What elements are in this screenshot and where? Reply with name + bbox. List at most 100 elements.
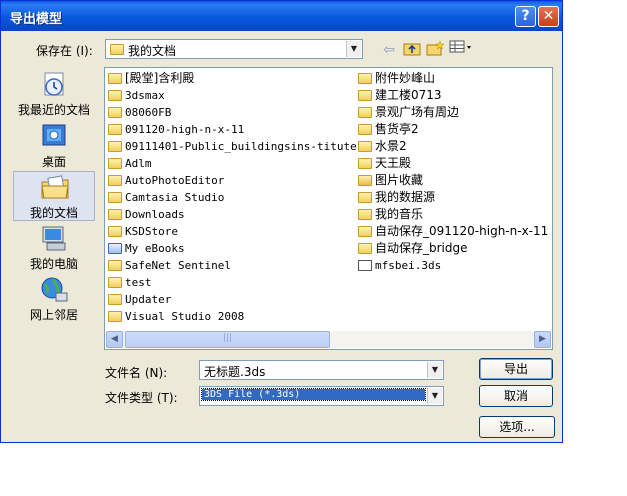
place-desktop[interactable]: 桌面 — [13, 121, 95, 171]
recent-docs-icon — [44, 72, 64, 96]
folder-icon — [358, 124, 372, 135]
cancel-button[interactable]: 取消 — [479, 385, 553, 407]
file-name: 我的数据源 — [375, 190, 436, 204]
export-button[interactable]: 导出 — [479, 358, 553, 380]
list-item[interactable]: 图片收藏 — [357, 172, 548, 189]
place-my-documents[interactable]: 我的文档 — [13, 171, 95, 221]
back-arrow-icon[interactable]: ⇦ — [379, 40, 399, 60]
list-item[interactable]: Visual Studio 2008 — [107, 308, 370, 325]
list-item[interactable]: 09111401-Public_buildingsins-titute-5 — [107, 138, 370, 155]
file-name: Adlm — [125, 157, 152, 170]
list-item[interactable]: Adlm — [107, 155, 370, 172]
folder-icon — [108, 277, 122, 288]
list-item[interactable]: mfsbei.3ds — [357, 257, 548, 274]
my-computer-icon — [42, 226, 66, 251]
list-item[interactable]: 3dsmax — [107, 87, 370, 104]
list-item[interactable]: 售货亭2 — [357, 121, 548, 138]
file-list-column-1: [殿堂]含利殿 3dsmax 08060FB 091120-high-n-x-1… — [107, 70, 370, 325]
filename-label: 文件名 (N): — [105, 366, 168, 380]
folder-icon — [358, 107, 372, 118]
place-my-computer[interactable]: 我的电脑 — [13, 223, 95, 273]
list-item[interactable]: 091120-high-n-x-11 — [107, 121, 370, 138]
export-model-dialog: 导出模型 ? ✕ 保存在 (I): 我的文档 ▼ ⇦ 我最近的文档 桌面 我的文… — [0, 0, 563, 443]
list-item[interactable]: test — [107, 274, 370, 291]
chevron-down-icon[interactable]: ▼ — [427, 388, 442, 404]
folder-icon — [110, 44, 124, 55]
scroll-left-button[interactable]: ◀ — [106, 331, 123, 348]
file-name: Camtasia Studio — [125, 191, 225, 204]
up-folder-icon[interactable] — [401, 40, 423, 60]
list-item[interactable]: AutoPhotoEditor — [107, 172, 370, 189]
file-name: 09111401-Public_buildingsins-titute-5 — [125, 140, 371, 153]
save-in-dropdown[interactable]: 我的文档 ▼ — [105, 39, 363, 59]
list-item[interactable]: 水景2 — [357, 138, 548, 155]
save-in-value: 我的文档 — [128, 44, 177, 58]
3ds-file-icon — [358, 260, 372, 271]
filetype-label: 文件类型 (T): — [105, 391, 178, 405]
network-icon — [41, 277, 68, 302]
pictures-folder-icon — [358, 175, 372, 186]
list-item[interactable]: 自动保存_bridge — [357, 240, 548, 257]
help-button[interactable]: ? — [515, 6, 536, 27]
folder-icon — [108, 73, 122, 84]
place-network[interactable]: 网上邻居 — [13, 274, 95, 324]
list-item[interactable]: 附件妙峰山 — [357, 70, 548, 87]
file-name: 08060FB — [125, 106, 172, 119]
list-item[interactable]: 我的音乐 — [357, 206, 548, 223]
list-item[interactable]: Camtasia Studio — [107, 189, 370, 206]
scrollbar-thumb[interactable]: ||| — [125, 331, 330, 348]
scroll-right-button[interactable]: ▶ — [534, 331, 551, 348]
place-label: 我最近的文档 — [17, 103, 90, 117]
options-button[interactable]: 选项... — [479, 416, 555, 438]
chevron-down-icon[interactable]: ▼ — [427, 362, 442, 378]
list-item[interactable]: 景观广场有周边 — [357, 104, 548, 121]
folder-icon — [358, 226, 372, 237]
folder-icon — [108, 226, 122, 237]
my-documents-icon — [41, 175, 69, 199]
file-name: 附件妙峰山 — [375, 71, 436, 85]
music-folder-icon — [358, 209, 372, 220]
list-item[interactable]: KSDStore — [107, 223, 370, 240]
file-name: 3dsmax — [125, 89, 165, 102]
file-name: 景观广场有周边 — [375, 105, 460, 119]
new-folder-icon[interactable] — [424, 40, 446, 60]
window-title: 导出模型 — [10, 12, 63, 27]
file-name: 水景2 — [375, 139, 407, 153]
folder-icon — [108, 158, 122, 169]
file-list[interactable]: [殿堂]含利殿 3dsmax 08060FB 091120-high-n-x-1… — [104, 67, 553, 350]
file-list-column-2: 附件妙峰山 建工楼0713 景观广场有周边 售货亭2 水景2 天王殿 图片收藏 … — [357, 70, 548, 274]
place-label: 网上邻居 — [29, 308, 78, 322]
list-item[interactable]: 自动保存_091120-high-n-x-11 — [357, 223, 548, 240]
list-item[interactable]: SafeNet Sentinel — [107, 257, 370, 274]
list-item[interactable]: 天王殿 — [357, 155, 548, 172]
folder-icon — [108, 311, 122, 322]
folder-icon — [358, 90, 372, 101]
place-recent-docs[interactable]: 我最近的文档 — [13, 69, 95, 119]
title-bar[interactable]: 导出模型 ? ✕ — [1, 1, 562, 31]
folder-icon — [108, 209, 122, 220]
folder-icon — [108, 124, 122, 135]
folder-icon — [108, 90, 122, 101]
list-item[interactable]: Updater — [107, 291, 370, 308]
horizontal-scrollbar[interactable]: ◀ ||| ▶ — [106, 331, 551, 348]
folder-icon — [358, 158, 372, 169]
list-item[interactable]: [殿堂]含利殿 — [107, 70, 370, 87]
filename-input[interactable]: 无标题.3ds ▼ — [199, 360, 444, 380]
data-sources-folder-icon — [358, 192, 372, 203]
list-item[interactable]: 08060FB — [107, 104, 370, 121]
filetype-dropdown[interactable]: 3DS File (*.3ds) ▼ — [199, 386, 444, 406]
place-label: 桌面 — [41, 155, 66, 169]
folder-icon — [108, 107, 122, 118]
close-button[interactable]: ✕ — [538, 6, 559, 27]
ebooks-folder-icon — [108, 243, 122, 254]
list-item[interactable]: Downloads — [107, 206, 370, 223]
file-name: My eBooks — [125, 242, 185, 255]
list-item[interactable]: 我的数据源 — [357, 189, 548, 206]
folder-icon — [108, 294, 122, 305]
list-item[interactable]: 建工楼0713 — [357, 87, 548, 104]
list-item[interactable]: My eBooks — [107, 240, 370, 257]
chevron-down-icon[interactable]: ▼ — [346, 41, 361, 57]
folder-icon — [108, 260, 122, 271]
view-menu-icon[interactable] — [448, 40, 474, 60]
file-name: 图片收藏 — [375, 173, 424, 187]
